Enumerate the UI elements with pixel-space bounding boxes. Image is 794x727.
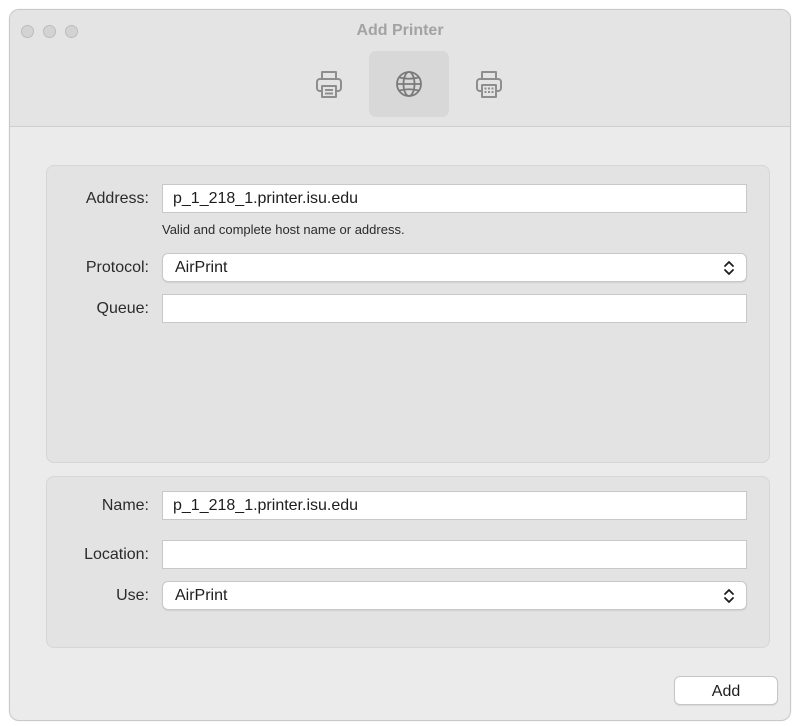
location-field[interactable] — [162, 540, 747, 569]
protocol-value: AirPrint — [175, 259, 228, 276]
window-title: Add Printer — [356, 22, 444, 39]
connection-panel: Address: Valid and complete host name or… — [46, 165, 770, 463]
add-button[interactable]: Add — [674, 676, 778, 705]
details-panel: Name: Location: Use: AirPrint — [46, 476, 770, 648]
default-printer-icon — [316, 71, 342, 98]
address-label: Address: — [85, 190, 149, 207]
globe-icon — [396, 71, 422, 97]
protocol-row: Protocol: AirPrint — [47, 253, 769, 283]
title-bar: Add Printer — [10, 10, 790, 127]
use-row: Use: AirPrint — [47, 581, 769, 611]
use-value: AirPrint — [175, 587, 228, 604]
use-label: Use: — [116, 587, 149, 604]
toolbar-default-button[interactable] — [289, 51, 369, 117]
protocol-label: Protocol: — [85, 259, 149, 276]
address-row: Address: — [47, 184, 769, 214]
queue-row: Queue: — [47, 294, 769, 324]
location-label: Location: — [84, 546, 149, 563]
toolbar — [10, 51, 790, 117]
address-hint: Valid and complete host name or address. — [162, 222, 405, 237]
windows-printer-icon — [476, 71, 502, 98]
name-field[interactable] — [162, 491, 747, 520]
chevron-up-down-icon — [724, 589, 734, 603]
protocol-select[interactable]: AirPrint — [162, 253, 747, 282]
toolbar-windows-button[interactable] — [449, 51, 529, 117]
use-select[interactable]: AirPrint — [162, 581, 747, 610]
location-row: Location: — [47, 540, 769, 570]
name-row: Name: — [47, 491, 769, 521]
queue-label: Queue: — [96, 300, 149, 317]
queue-field[interactable] — [162, 294, 747, 323]
add-printer-window: Add Printer Address: p_1_218_1.printer.i… — [9, 9, 791, 721]
chevron-up-down-icon — [724, 261, 734, 275]
toolbar-ip-button[interactable] — [369, 51, 449, 117]
name-label: Name: — [101, 497, 149, 514]
address-field[interactable] — [162, 184, 747, 213]
